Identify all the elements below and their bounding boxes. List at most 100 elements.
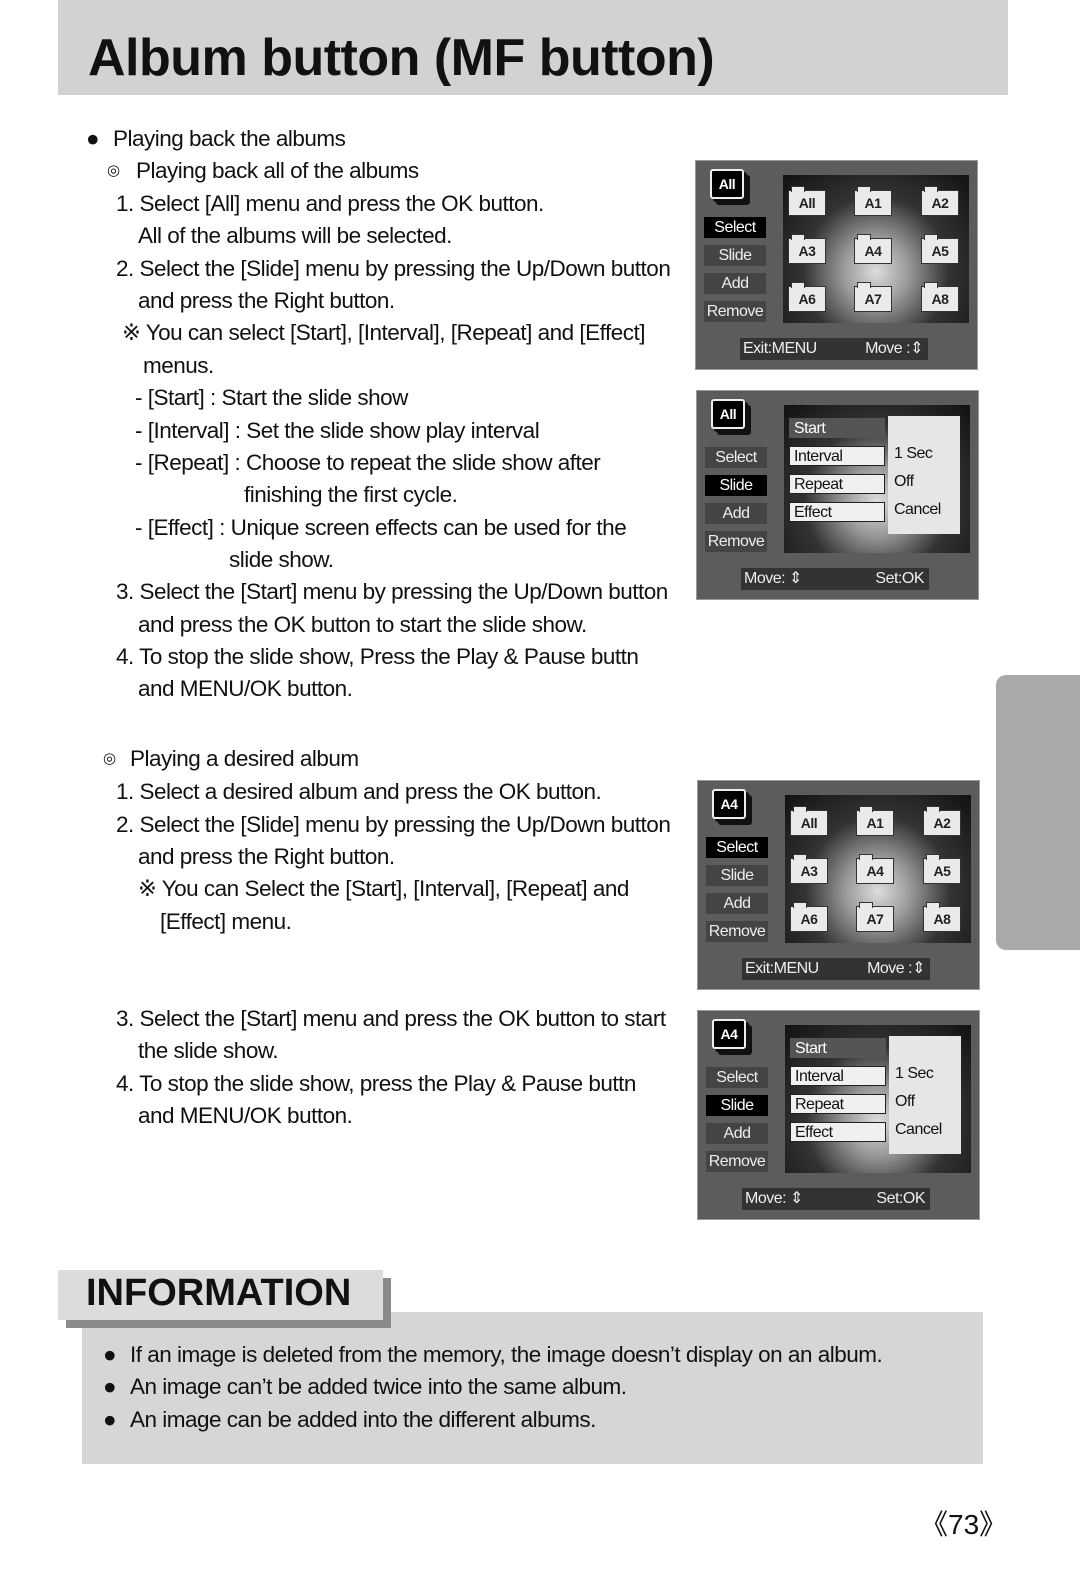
page-title: Album button (MF button) (88, 29, 715, 87)
submenu-repeat: Repeat (790, 1094, 886, 1114)
step-text: 1. Select a desired album and press the … (116, 779, 602, 804)
album-folder-a1: A1 (856, 806, 894, 836)
menu-item-remove: Remove (706, 1151, 768, 1172)
menu-item-slide: Slide (705, 475, 767, 496)
menu-item-slide: Slide (704, 245, 766, 266)
bar-right-label: Set:OK (875, 570, 924, 587)
album-label: All (711, 399, 745, 429)
option-text: - [Effect] : Unique screen effects can b… (135, 515, 627, 540)
step-text: and press the Right button. (138, 844, 395, 869)
menu-item-remove: Remove (705, 531, 767, 552)
bullet-icon: ● (103, 1374, 117, 1399)
option-text: - [Repeat] : Choose to repeat the slide … (135, 450, 601, 475)
submenu-effect: Effect (789, 502, 885, 522)
section-heading: Playing back the albums (113, 126, 346, 151)
bar-left-label: Move: ⇕ (745, 1190, 803, 1207)
menu-item-remove: Remove (704, 301, 766, 322)
menu-item-select: Select (705, 447, 767, 468)
step-text: and MENU/OK button. (138, 676, 353, 701)
album-folder-a1: A1 (854, 186, 892, 216)
step-text: and press the OK button to start the sli… (138, 612, 587, 637)
step-text: 2. Select the [Slide] menu by pressing t… (116, 256, 671, 281)
step-text: 1. Select [All] menu and press the OK bu… (116, 191, 544, 216)
menu-item-select: Select (706, 837, 768, 858)
subheading: Playing back all of the albums (136, 158, 419, 183)
page-number: 《73》 (920, 1509, 1008, 1540)
bar-left-label: Exit:MENU (745, 960, 819, 977)
bar-left-label: Exit:MENU (743, 340, 817, 357)
option-text: finishing the first cycle. (244, 482, 458, 507)
camera-screen-album-grid: A4 Select Slide Add Remove All A1 A2 A3 A4 A5 A6 A7 A… (697, 780, 980, 990)
album-label: A4 (712, 789, 746, 819)
bullet-icon: ● (103, 1342, 117, 1367)
info-item: An image can’t be added twice into the s… (130, 1374, 627, 1399)
album-folder-a7: A7 (854, 282, 892, 312)
step-text: and MENU/OK button. (138, 1103, 353, 1128)
menu-item-select: Select (706, 1067, 768, 1088)
album-folder-a4: A4 (856, 854, 894, 884)
album-folder-a7: A7 (856, 902, 894, 932)
note-text: menus. (143, 353, 214, 378)
album-folder-a3: A3 (790, 854, 828, 884)
camera-screen-slide-menu: A4 Select Slide Add Remove Start Interval Repea… (697, 1010, 980, 1220)
album-icon: A4 (712, 789, 752, 825)
bar-left-label: Move: ⇕ (744, 570, 802, 587)
album-label: All (710, 169, 744, 199)
info-item: An image can be added into the different… (130, 1407, 596, 1432)
bullet-icon: ● (86, 126, 100, 151)
submenu-start: Start (790, 1038, 886, 1058)
album-icon: All (711, 399, 751, 435)
setting-value: 1 Sec (895, 1065, 934, 1082)
note-text: ※ You can select [Start], [Interval], [R… (122, 320, 646, 345)
album-folder-a8: A8 (921, 282, 959, 312)
album-folder-a6: A6 (790, 902, 828, 932)
step-text: 3. Select the [Start] menu and press the… (116, 1006, 666, 1031)
album-folder-a6: A6 (788, 282, 826, 312)
album-label: A4 (712, 1019, 746, 1049)
note-text: ※ You can Select the [Start], [Interval]… (138, 876, 629, 901)
setting-value: Cancel (894, 501, 941, 518)
step-text: 2. Select the [Slide] menu by pressing t… (116, 812, 671, 837)
setting-value: Cancel (895, 1121, 942, 1138)
double-circle-icon: ◎ (103, 750, 116, 767)
submenu-interval: Interval (790, 1066, 886, 1086)
setting-value: Off (894, 473, 914, 490)
bar-right-label: Move :⇕ (865, 340, 923, 357)
menu-item-add: Add (706, 893, 768, 914)
submenu-interval: Interval (789, 446, 885, 466)
bottom-bar: Exit:MENU Move :⇕ (740, 338, 928, 360)
album-icon: All (710, 169, 750, 205)
option-text: - [Start] : Start the slide show (135, 385, 408, 410)
note-text: [Effect] menu. (160, 909, 292, 934)
menu-item-add: Add (706, 1123, 768, 1144)
menu-item-select: Select (704, 217, 766, 238)
album-folder-a8: A8 (923, 902, 961, 932)
information-title: INFORMATION (86, 1272, 352, 1314)
menu-item-add: Add (704, 273, 766, 294)
step-text: and press the Right button. (138, 288, 395, 313)
option-text: slide show. (229, 547, 334, 572)
bottom-bar: Move: ⇕ Set:OK (741, 568, 929, 590)
menu-item-remove: Remove (706, 921, 768, 942)
step-text: 4. To stop the slide show, press the Pla… (116, 1071, 636, 1096)
side-tab (996, 675, 1080, 950)
bullet-icon: ● (103, 1407, 117, 1432)
setting-value: 1 Sec (894, 445, 933, 462)
setting-value: Off (895, 1093, 915, 1110)
submenu-repeat: Repeat (789, 474, 885, 494)
album-folder-all: All (790, 806, 828, 836)
camera-screen-slide-menu: All Select Slide Add Remove Start Interval Repe… (696, 390, 979, 600)
menu-item-slide: Slide (706, 1095, 768, 1116)
bar-right-label: Set:OK (876, 1190, 925, 1207)
bottom-bar: Exit:MENU Move :⇕ (742, 958, 930, 980)
album-folder-a5: A5 (921, 234, 959, 264)
submenu-start: Start (789, 418, 885, 438)
album-folder-all: All (788, 186, 826, 216)
camera-screen-album-grid: All Select Slide Add Remove All A1 A2 A3 A4 A5 A6 A7… (695, 160, 978, 370)
step-text: the slide show. (138, 1038, 279, 1063)
album-icon: A4 (712, 1019, 752, 1055)
step-text: All of the albums will be selected. (138, 223, 452, 248)
album-folder-a2: A2 (921, 186, 959, 216)
bar-right-label: Move :⇕ (867, 960, 925, 977)
album-folder-a5: A5 (923, 854, 961, 884)
